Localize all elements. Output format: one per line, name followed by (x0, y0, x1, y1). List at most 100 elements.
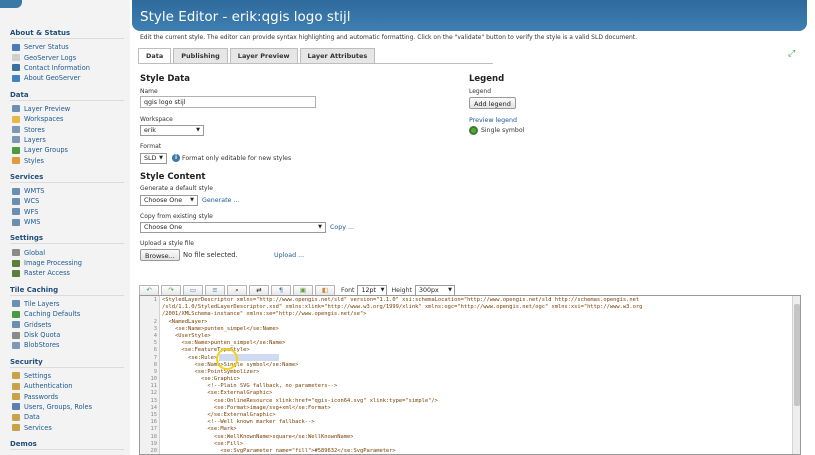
code-line: 10 <se:Graphic> (140, 376, 790, 383)
line-number: 4 (153, 332, 157, 339)
sidebar-item-label: Passwords (24, 392, 59, 401)
sidebar-item[interactable]: Users, Groups, Roles (10, 402, 124, 412)
sidebar-item[interactable]: Layers (10, 135, 124, 145)
reindent-icon[interactable]: ≡ (205, 284, 225, 296)
sidebar-item[interactable]: WMTS (10, 186, 124, 196)
sidebar-item[interactable]: WFS (10, 207, 124, 217)
name-input[interactable]: qgis logo stijl (140, 96, 316, 108)
upload-link[interactable]: Upload ... (274, 252, 304, 259)
browse-button[interactable]: Browse... (140, 249, 180, 261)
code-line: 1 <StyledLayerDescriptor xmlns="http://ww… (140, 297, 790, 304)
sidebar-item[interactable]: Raster Access (10, 268, 124, 278)
nav-section: Services WMTS WCS WFS WMS (10, 173, 124, 228)
server-status-icon (12, 43, 20, 51)
layers-icon (12, 136, 20, 144)
generate-style-select[interactable]: Choose One ▼ (140, 195, 198, 206)
add-legend-button[interactable]: Add legend (469, 97, 516, 109)
sidebar-item[interactable]: Image Processing (10, 258, 124, 268)
code-text: <se:Mark> (162, 426, 237, 433)
raster-access-icon (12, 269, 20, 277)
users-icon (12, 403, 20, 411)
services-security-icon (12, 424, 20, 432)
sidebar-item[interactable]: Workspaces (10, 114, 124, 124)
sidebar-item[interactable]: WMS (10, 217, 124, 227)
line-number: 1 (153, 297, 157, 303)
sidebar-item[interactable]: GeoServer Logs (10, 52, 124, 62)
sidebar-item[interactable]: Layer Preview (10, 104, 124, 114)
code-text: <se:Name>punten_simpel</se:Name> (162, 340, 286, 347)
nav-section-title: Settings (10, 234, 124, 245)
chevron-down-icon: ▼ (159, 155, 163, 161)
workspace-select[interactable]: erik ▼ (140, 125, 204, 136)
goto-line-icon[interactable]: ▭ (183, 284, 203, 296)
info-icon: i (172, 154, 180, 162)
replace-icon[interactable]: ⇄ (249, 284, 269, 296)
generate-link[interactable]: Generate ... (202, 197, 239, 204)
sidebar-item[interactable]: Caching Defaults (10, 309, 124, 319)
line-number: 16 (150, 419, 158, 426)
undo-icon[interactable]: ↶ (139, 284, 159, 296)
code-text: <NamedLayer> (162, 318, 208, 325)
sidebar-item-label: Settings (24, 371, 52, 380)
sidebar-item[interactable]: Authentication (10, 381, 124, 391)
sidebar-item[interactable]: Gridsets (10, 319, 124, 329)
sidebar-item[interactable]: WCS (10, 196, 124, 206)
line-number: 13 (150, 397, 158, 404)
sidebar-item[interactable]: Data (10, 412, 124, 422)
layer-groups-icon (12, 146, 20, 154)
code-text: <se:Graphic> (162, 376, 240, 383)
copy-style-select[interactable]: Choose One ▼ (140, 222, 326, 233)
sidebar-item[interactable]: Stores (10, 124, 124, 134)
chevron-down-icon: ▼ (318, 224, 322, 230)
global-settings-icon (12, 249, 20, 257)
redo-icon[interactable]: ↷ (161, 284, 181, 296)
tab-layer-preview[interactable]: Layer Preview (229, 48, 298, 63)
sidebar-item[interactable]: Layer Groups (10, 145, 124, 155)
editor-scrollbar[interactable] (792, 296, 800, 454)
sidebar-item[interactable]: Global (10, 247, 124, 257)
image-icon[interactable]: ▣ (293, 284, 313, 296)
sidebar-item[interactable]: Settings (10, 371, 124, 381)
sidebar-item[interactable]: Passwords (10, 391, 124, 401)
sidebar-item[interactable]: Disk Quota (10, 330, 124, 340)
line-number: 18 (150, 433, 158, 440)
expand-icon[interactable]: ⤢ (788, 50, 797, 59)
sidebar-item-label: WMS (24, 218, 41, 227)
tile-layers-icon (12, 300, 20, 308)
preview-legend-link[interactable]: Preview legend (469, 117, 517, 124)
search-icon[interactable]: ⌕ (227, 284, 247, 296)
sidebar-item-label: About GeoServer (24, 74, 81, 83)
tab-data[interactable]: Data (138, 48, 172, 64)
height-select[interactable]: 300px ▼ (414, 284, 455, 296)
logs-icon (12, 54, 20, 62)
format-label: Format (140, 143, 162, 150)
sidebar-item[interactable]: BlobStores (10, 340, 124, 350)
line-number: 17 (150, 426, 158, 433)
sidebar-item-label: Image Processing (24, 259, 82, 268)
scrollbar-thumb[interactable] (794, 304, 800, 406)
code-editor[interactable]: 1 <StyledLayerDescriptor xmlns="http://ww… (139, 295, 801, 455)
nav-section: Demos (10, 440, 124, 450)
sidebar-item[interactable]: Styles (10, 156, 124, 166)
blobstores-icon (12, 341, 20, 349)
tab-layer-attributes[interactable]: Layer Attributes (299, 48, 376, 63)
code-line: /2001/XMLSchema-instance" xmlns:se="http… (140, 311, 790, 318)
format-select[interactable]: SLD ▼ (140, 153, 167, 164)
sidebar-item[interactable]: Tile Layers (10, 299, 124, 309)
code-text: <StyledLayerDescriptor xmlns="http://www… (162, 297, 640, 303)
sidebar-nav: About & Status Server Status GeoServer Log… (0, 29, 130, 450)
sidebar-item-label: Server Status (24, 43, 69, 52)
about-icon (12, 74, 20, 82)
sidebar-item[interactable]: Contact Information (10, 63, 124, 73)
color-icon[interactable]: ◧ (315, 284, 335, 296)
sidebar-item[interactable]: About GeoServer (10, 73, 124, 83)
tab-publishing[interactable]: Publishing (173, 48, 228, 63)
code-text: <se:WellKnownName>square</se:WellKnownNa… (162, 433, 354, 440)
font-size-select[interactable]: 12pt ▼ (357, 284, 388, 296)
copy-link[interactable]: Copy ... (330, 224, 354, 231)
sidebar-item[interactable]: Server Status (10, 42, 124, 52)
legend-heading: Legend (469, 74, 505, 84)
format-icon[interactable]: ¶ (271, 284, 291, 296)
code-content[interactable]: 1 <StyledLayerDescriptor xmlns="http://ww… (140, 297, 790, 454)
sidebar-item[interactable]: Services (10, 423, 124, 433)
